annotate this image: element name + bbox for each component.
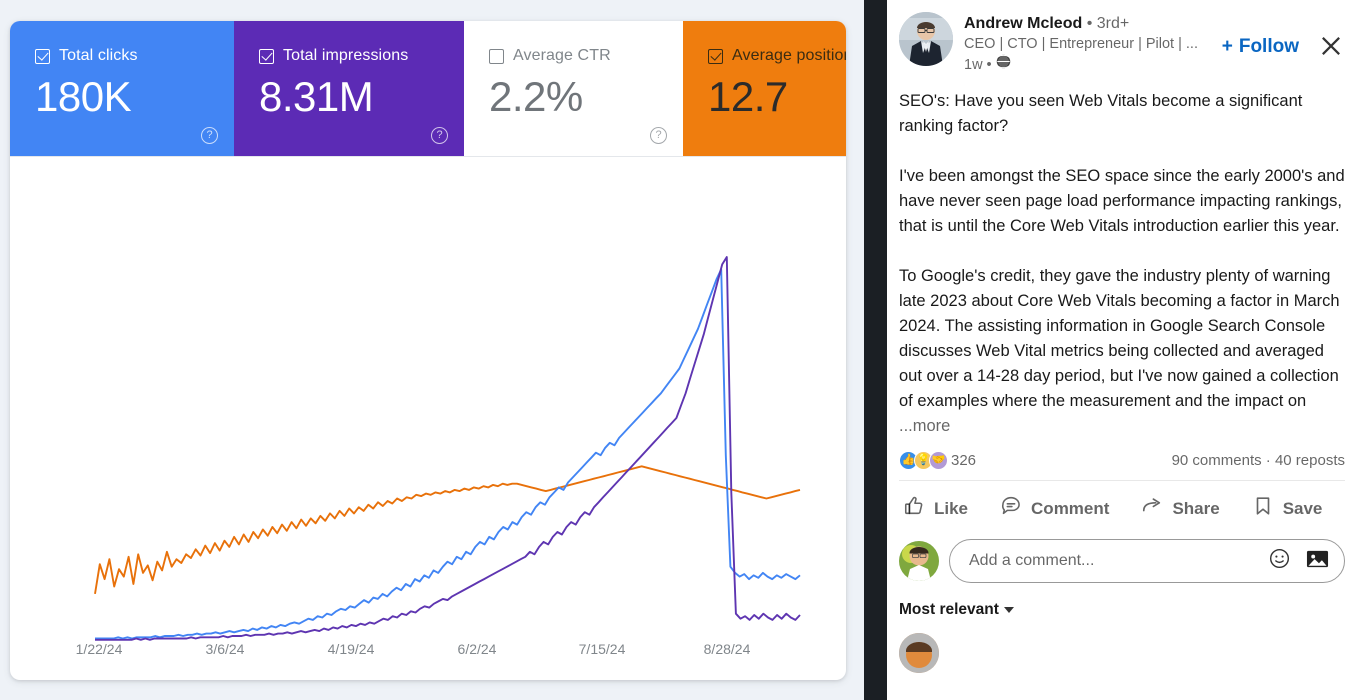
search-console-panel: Total clicks 180K ? Total impressions 8.… — [0, 0, 864, 700]
close-icon[interactable] — [1317, 32, 1345, 60]
metric-header: Average position — [708, 47, 846, 65]
help-icon[interactable]: ? — [431, 127, 448, 144]
emoji-smiley-icon[interactable] — [1268, 547, 1291, 575]
chart-series-0 — [94, 465, 801, 595]
metric-label: Average CTR — [513, 47, 611, 64]
checkbox-total-clicks[interactable] — [35, 48, 50, 64]
metric-label: Total clicks — [59, 47, 138, 64]
metric-card-total-clicks[interactable]: Total clicks 180K ? — [10, 21, 234, 156]
post-paragraph-2: I've been amongst the SEO space since th… — [899, 167, 1345, 235]
sort-label: Most relevant — [899, 601, 999, 618]
comment-placeholder: Add a comment... — [969, 552, 1095, 569]
reaction-support-icon: 🤝 — [929, 451, 948, 470]
follow-label: Follow — [1238, 36, 1299, 57]
checkbox-average-position[interactable] — [708, 48, 723, 64]
post-paragraph-3: To Google's credit, they gave the indust… — [899, 264, 1345, 439]
comment-bubble-icon — [1000, 495, 1022, 522]
image-glyph — [1306, 550, 1329, 568]
post-action-bar: Like Comment Share Save — [899, 480, 1345, 525]
like-button[interactable]: Like — [899, 492, 972, 525]
chart-svg — [94, 256, 801, 641]
post-time: 1w — [964, 56, 983, 73]
follow-button[interactable]: + Follow — [1222, 36, 1299, 58]
post-paragraph-3-text: To Google's credit, they gave the indust… — [899, 267, 1340, 410]
close-glyph — [1322, 37, 1340, 55]
metric-value: 12.7 — [708, 73, 788, 120]
save-label: Save — [1282, 498, 1323, 518]
linkedin-post-panel: Andrew Mcleod • 3rd+ CEO | CTO | Entrepr… — [887, 0, 1359, 700]
social-proof-row: 👍 💡 🤝 326 90 comments · 40 reposts — [899, 451, 1345, 470]
x-axis-tick: 6/2/24 — [457, 641, 497, 657]
comment-list-item — [899, 633, 1345, 673]
x-axis-tick: 1/22/24 — [75, 641, 123, 657]
chart-series-1 — [95, 268, 801, 640]
help-icon[interactable]: ? — [650, 127, 667, 144]
add-comment-row: Add a comment... — [899, 539, 1345, 583]
x-axis-tick: 3/6/24 — [205, 641, 245, 657]
post-paragraph-1: SEO's: Have you seen Web Vitals become a… — [899, 92, 1303, 135]
bookmark-icon — [1252, 495, 1274, 522]
reaction-count: 326 — [951, 452, 977, 469]
chart-series-2 — [95, 256, 801, 641]
metric-value: 180K — [35, 73, 132, 120]
image-icon[interactable] — [1305, 547, 1330, 575]
checkbox-total-impressions[interactable] — [259, 48, 274, 64]
avatar-image — [899, 12, 953, 66]
post-header: Andrew Mcleod • 3rd+ CEO | CTO | Entrepr… — [899, 12, 1345, 75]
metric-card-total-impressions[interactable]: Total impressions 8.31M ? — [234, 21, 464, 156]
screenshot-root: Total clicks 180K ? Total impressions 8.… — [0, 0, 1359, 700]
performance-chart[interactable]: 1/22/24 3/6/24 4/19/24 6/2/24 7/15/24 8/28/24 — [10, 157, 846, 679]
globe-icon — [994, 54, 1012, 75]
current-user-avatar-image — [899, 541, 939, 581]
checkbox-average-ctr[interactable] — [489, 48, 504, 64]
metric-label: Average position — [732, 47, 846, 64]
author-name[interactable]: Andrew Mcleod — [964, 15, 1082, 32]
comment-sort-selector[interactable]: Most relevant — [899, 601, 1345, 619]
help-icon[interactable]: ? — [201, 127, 218, 144]
metric-value: 2.2% — [489, 73, 583, 120]
comment-label: Comment — [1031, 498, 1110, 518]
save-button[interactable]: Save — [1248, 492, 1327, 525]
x-axis-tick: 4/19/24 — [327, 641, 375, 657]
x-axis-tick: 7/15/24 — [578, 641, 626, 657]
bullet-separator: • — [986, 56, 992, 73]
chart-x-axis: 1/22/24 3/6/24 4/19/24 6/2/24 7/15/24 8/28/24 — [10, 641, 846, 661]
reaction-icons: 👍 💡 🤝 — [899, 451, 948, 470]
commenter-avatar[interactable] — [899, 633, 939, 673]
metric-header: Total impressions — [259, 47, 464, 65]
metric-header: Average CTR — [489, 47, 683, 65]
metric-card-average-ctr[interactable]: Average CTR 2.2% ? — [464, 21, 683, 156]
comment-input-box[interactable]: Add a comment... — [949, 539, 1345, 583]
author-avatar[interactable] — [899, 12, 953, 66]
metric-label: Total impressions — [283, 47, 409, 64]
thumbs-up-icon — [903, 495, 925, 522]
plus-icon: + — [1221, 36, 1233, 57]
panel-divider — [864, 0, 887, 700]
see-more-link[interactable]: ...more — [899, 417, 950, 435]
metric-cards-row: Total clicks 180K ? Total impressions 8.… — [10, 21, 846, 157]
chevron-down-icon — [1003, 607, 1014, 613]
metric-header: Total clicks — [35, 47, 234, 65]
like-label: Like — [934, 498, 969, 518]
current-user-avatar[interactable] — [899, 541, 939, 581]
connection-degree: • 3rd+ — [1086, 15, 1130, 32]
comments-reposts-count[interactable]: 90 comments · 40 reposts — [1172, 452, 1345, 469]
share-label: Share — [1172, 498, 1220, 518]
metric-card-average-position[interactable]: Average position 12.7 — [683, 21, 846, 156]
comment-button[interactable]: Comment — [996, 492, 1113, 525]
performance-card: Total clicks 180K ? Total impressions 8.… — [10, 21, 846, 680]
author-name-line: Andrew Mcleod • 3rd+ — [964, 13, 1345, 34]
x-axis-tick: 8/28/24 — [703, 641, 751, 657]
metric-value: 8.31M — [259, 73, 374, 120]
share-arrow-icon — [1141, 495, 1163, 522]
post-text: SEO's: Have you seen Web Vitals become a… — [899, 89, 1345, 439]
commenter-avatar-image — [899, 633, 939, 673]
reactions-group[interactable]: 👍 💡 🤝 326 — [899, 451, 976, 470]
share-button[interactable]: Share — [1137, 492, 1223, 525]
